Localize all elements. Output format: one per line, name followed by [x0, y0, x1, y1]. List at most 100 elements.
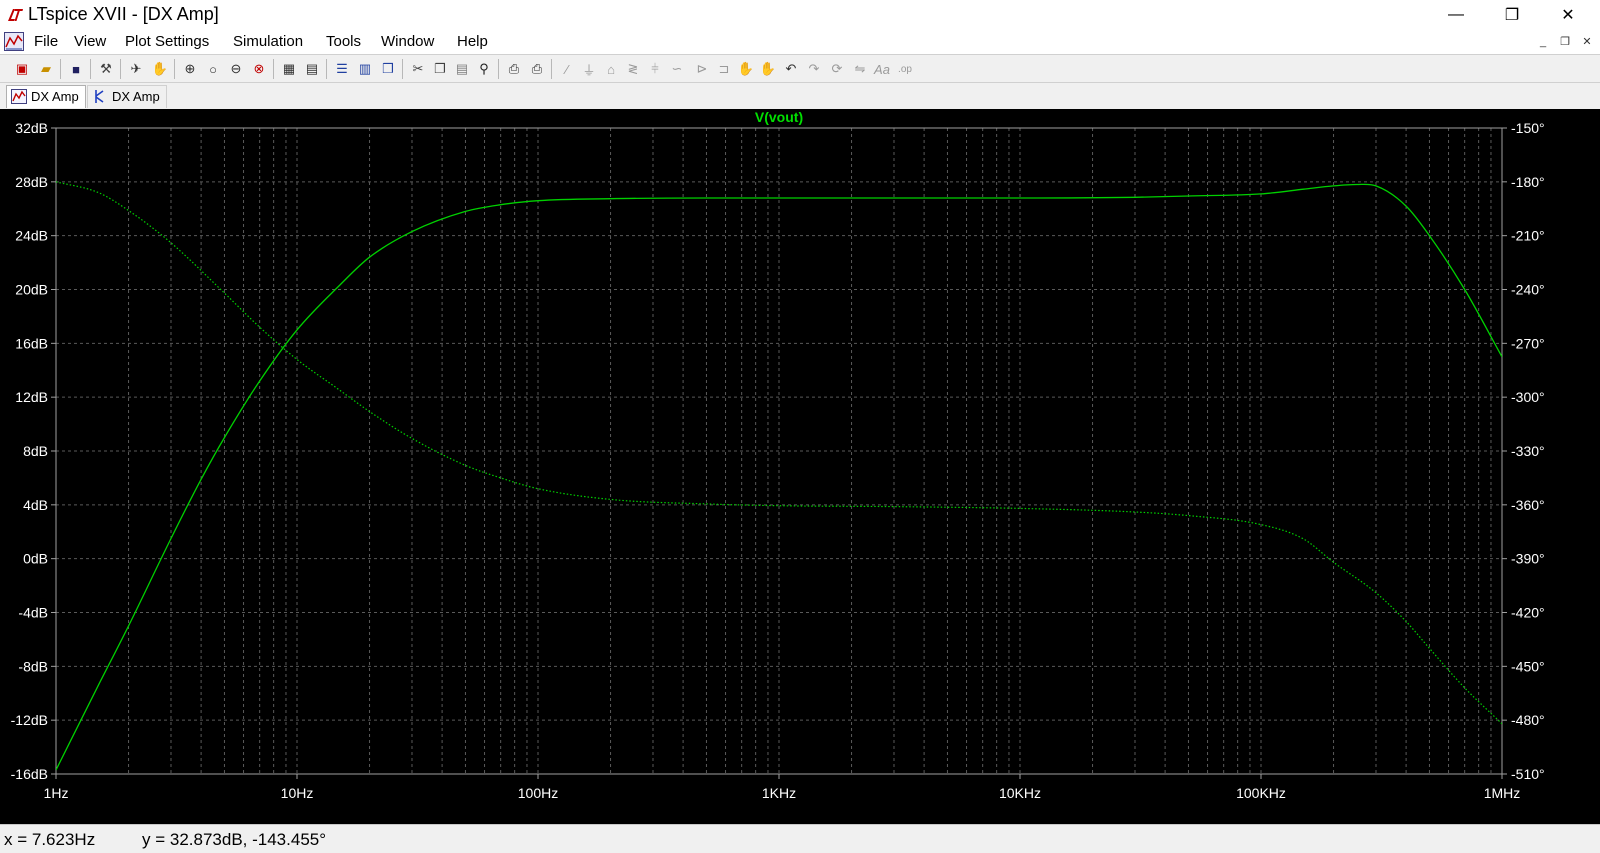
label-icon[interactable]: ⌂ — [601, 59, 621, 79]
tab-waveform-dx-amp[interactable]: DX Amp — [6, 85, 86, 108]
cascade-icon[interactable]: ❒ — [378, 59, 398, 79]
halt-icon[interactable]: ✋ — [150, 59, 170, 79]
menu-file[interactable]: File — [34, 31, 58, 53]
mirror-icon[interactable]: ⇋ — [850, 59, 870, 79]
toolbar-separator — [326, 59, 327, 79]
menu-help[interactable]: Help — [457, 31, 488, 53]
toolbar-separator — [273, 59, 274, 79]
cursor-x-readout: x = 7.623Hz — [4, 830, 96, 849]
resistor-icon[interactable]: ≷ — [623, 59, 643, 79]
y-left-tick-label: -4dB — [18, 605, 48, 621]
x-tick-label: 100Hz — [518, 785, 558, 801]
minimize-icon: — — [1448, 6, 1464, 23]
y-left-tick-label: 28dB — [15, 174, 48, 190]
window-title: LTspice XVII - [DX Amp] — [28, 4, 219, 24]
mark-trace-icon[interactable]: ▤ — [302, 59, 322, 79]
y-right-tick-label: -240° — [1511, 282, 1545, 298]
y-right-tick-label: -420° — [1511, 605, 1545, 621]
y-right-tick-label: -480° — [1511, 712, 1545, 728]
y-left-tick-label: 4dB — [23, 497, 48, 513]
mdi-close-icon[interactable]: ✕ — [1579, 34, 1595, 50]
y-left-tick-label: -8dB — [18, 658, 48, 674]
toolbar-separator — [402, 59, 403, 79]
move-icon[interactable]: ✋ — [736, 59, 756, 79]
maximize-button[interactable]: ❐ — [1484, 0, 1540, 30]
drag-icon[interactable]: ✋ — [758, 59, 778, 79]
x-tick-label: 100KHz — [1236, 785, 1286, 801]
waveform-plot[interactable]: 32dB 28dB 24dB 20dB 16dB 12dB 8dB 4dB 0dB -4dB -8d… — [0, 109, 1600, 824]
rotate-icon[interactable]: ⟳ — [827, 59, 847, 79]
ltspice-logo-icon — [8, 9, 23, 21]
redo-icon[interactable]: ↷ — [804, 59, 824, 79]
zoom-in-icon[interactable]: ⊕ — [180, 59, 200, 79]
y-right-tick-label: -450° — [1511, 658, 1545, 674]
menu-window[interactable]: Window — [381, 31, 434, 53]
y-left-tick-label: 12dB — [15, 389, 48, 405]
y-right-tick-label: -210° — [1511, 228, 1545, 244]
capacitor-icon[interactable]: ⫩ — [645, 59, 665, 79]
chart-title: V(vout) — [755, 109, 803, 125]
y-right-tick-label: -330° — [1511, 443, 1545, 459]
y-left-tick-label: 8dB — [23, 443, 48, 459]
y-left-tick-label: 32dB — [15, 120, 48, 136]
autorange-icon[interactable]: ▦ — [279, 59, 299, 79]
y-left-tick-label: 0dB — [23, 551, 48, 567]
menu-simulation[interactable]: Simulation — [233, 31, 303, 53]
zoom-cancel-icon[interactable]: ⊗ — [249, 59, 269, 79]
paste-icon[interactable]: ▤ — [452, 59, 472, 79]
find-icon[interactable]: ⚲ — [474, 59, 494, 79]
toolbar-separator — [498, 59, 499, 79]
menu-tools[interactable]: Tools — [326, 31, 361, 53]
status-bar: x = 7.623Hz y = 32.873dB, -143.455° — [0, 824, 1600, 853]
waveform-document-icon[interactable] — [4, 32, 24, 51]
menu-plot-settings[interactable]: Plot Settings — [125, 31, 209, 53]
run-icon[interactable]: ✈ — [126, 59, 146, 79]
title-bar: LTspice XVII - [DX Amp] — ❐ ✕ — [0, 0, 1600, 30]
cut-icon[interactable]: ✂ — [408, 59, 428, 79]
close-icon: ✕ — [1561, 7, 1575, 24]
wire-icon[interactable]: ∕ — [557, 59, 577, 79]
y-right-tick-label: -510° — [1511, 766, 1545, 782]
x-tick-label: 10KHz — [999, 785, 1041, 801]
toolbar: ▣ ▰ ■ ⚒ ✈ ✋ ⊕ ○ ⊖ ⊗ ▦ ▤ ☰ ▥ ❒ ✂ ❐ ▤ ⚲ ⎙ … — [0, 54, 1600, 83]
y-right-tick-label: -300° — [1511, 389, 1545, 405]
menu-bar: File View Plot Settings Simulation Tools… — [0, 30, 1600, 54]
toolbar-separator — [551, 59, 552, 79]
tab-schematic-dx-amp[interactable]: DX Amp — [87, 85, 167, 108]
print-icon[interactable]: ⎙ — [527, 59, 547, 79]
y-right-tick-label: -180° — [1511, 174, 1545, 190]
waveform-icon — [11, 89, 27, 104]
control-panel-icon[interactable]: ⚒ — [96, 59, 116, 79]
menu-view[interactable]: View — [74, 31, 106, 53]
minimize-button[interactable]: — — [1428, 0, 1484, 30]
component-icon[interactable]: ⊐ — [714, 59, 734, 79]
undo-icon[interactable]: ↶ — [781, 59, 801, 79]
close-button[interactable]: ✕ — [1540, 0, 1596, 30]
print-preview-icon[interactable]: ⎙ — [504, 59, 524, 79]
waveform-chart[interactable]: 32dB 28dB 24dB 20dB 16dB 12dB 8dB 4dB 0dB -4dB -8d… — [0, 109, 1600, 824]
tab-label: DX Amp — [112, 89, 160, 104]
tile-horizontal-icon[interactable]: ☰ — [332, 59, 352, 79]
y-left-tick-label: -16dB — [11, 766, 48, 782]
copy-icon[interactable]: ❐ — [430, 59, 450, 79]
mdi-minimize-icon[interactable]: _ — [1535, 34, 1551, 50]
open-icon[interactable]: ▰ — [36, 59, 56, 79]
y-right-tick-label: -150° — [1511, 120, 1545, 136]
new-schematic-icon[interactable]: ▣ — [12, 59, 32, 79]
zoom-out-icon[interactable]: ○ — [203, 59, 223, 79]
inductor-icon[interactable]: ∽ — [667, 59, 687, 79]
mdi-restore-icon[interactable]: ❐ — [1557, 34, 1573, 50]
diode-icon[interactable]: ⊳ — [692, 59, 712, 79]
y-left-tick-label: 24dB — [15, 228, 48, 244]
text-icon[interactable]: Aa — [872, 59, 892, 79]
toolbar-separator — [174, 59, 175, 79]
x-tick-label: 10Hz — [281, 785, 314, 801]
save-icon[interactable]: ■ — [66, 59, 86, 79]
tab-label: DX Amp — [31, 89, 79, 104]
schematic-icon — [95, 90, 104, 103]
zoom-full-icon[interactable]: ⊖ — [226, 59, 246, 79]
spice-directive-icon[interactable]: .op — [895, 59, 915, 79]
tile-vertical-icon[interactable]: ▥ — [355, 59, 375, 79]
ground-icon[interactable]: ⏚ — [579, 59, 599, 79]
y-right-tick-label: -390° — [1511, 551, 1545, 567]
